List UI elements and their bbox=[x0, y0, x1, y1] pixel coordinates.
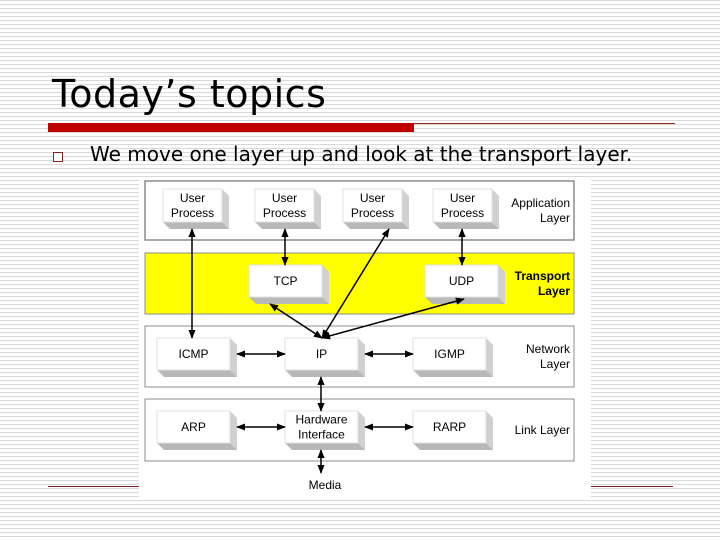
box-label: IGMP bbox=[434, 347, 465, 361]
slide-title: Today’s topics bbox=[52, 72, 327, 116]
box-bevel-side bbox=[222, 189, 229, 229]
box-label: Process bbox=[441, 206, 484, 220]
application-layer-label-line1: Application bbox=[511, 196, 570, 210]
box-label: User bbox=[272, 191, 297, 205]
box-up1: UserProcess bbox=[162, 188, 229, 229]
box-bevel-bottom bbox=[157, 370, 237, 377]
box-arp: ARP bbox=[156, 410, 237, 450]
box-up2: UserProcess bbox=[254, 188, 321, 229]
box-label: User bbox=[180, 191, 205, 205]
box-bevel-bottom bbox=[343, 222, 409, 229]
title-underline-thin bbox=[414, 123, 675, 124]
box-bevel-side bbox=[402, 189, 409, 229]
box-bevel-side bbox=[314, 189, 321, 229]
box-label: RARP bbox=[433, 420, 466, 434]
box-udp: UDP bbox=[424, 264, 505, 304]
tcp-ip-layer-diagram: Application Layer Transport Layer Networ… bbox=[139, 177, 591, 500]
diagram-canvas: Application Layer Transport Layer Networ… bbox=[144, 180, 575, 492]
transport-layer-label-line2: Layer bbox=[538, 284, 570, 298]
box-bevel-bottom bbox=[413, 370, 493, 377]
box-label: Process bbox=[171, 206, 214, 220]
media-label: Media bbox=[309, 478, 342, 492]
box-igmp: IGMP bbox=[412, 337, 493, 377]
hollow-square-bullet-icon bbox=[53, 152, 63, 162]
box-bevel-bottom bbox=[285, 443, 365, 450]
network-layer-label-line1: Network bbox=[526, 342, 571, 356]
box-label: Process bbox=[263, 206, 306, 220]
box-label: UDP bbox=[449, 274, 474, 288]
box-bevel-bottom bbox=[163, 222, 229, 229]
box-label: Hardware bbox=[295, 413, 347, 427]
box-label: IP bbox=[316, 347, 327, 361]
title-underline-thick bbox=[48, 123, 414, 132]
box-bevel-side bbox=[492, 189, 499, 229]
box-label: ARP bbox=[181, 420, 206, 434]
box-bevel-bottom bbox=[157, 443, 237, 450]
box-tcp: TCP bbox=[248, 264, 329, 304]
transport-layer-label-line1: Transport bbox=[515, 269, 570, 283]
box-ip: IP bbox=[284, 337, 365, 377]
box-bevel-bottom bbox=[413, 443, 493, 450]
box-hw: HardwareInterface bbox=[284, 410, 365, 450]
box-label: Process bbox=[351, 206, 394, 220]
box-up4: UserProcess bbox=[432, 188, 499, 229]
box-label: TCP bbox=[274, 274, 298, 288]
box-rarp: RARP bbox=[412, 410, 493, 450]
box-icmp: ICMP bbox=[156, 337, 237, 377]
box-label: User bbox=[360, 191, 385, 205]
link-layer-label: Link Layer bbox=[515, 423, 570, 437]
box-up3: UserProcess bbox=[342, 188, 409, 229]
box-bevel-bottom bbox=[285, 370, 365, 377]
box-label: ICMP bbox=[179, 347, 209, 361]
network-layer-label-line2: Layer bbox=[540, 357, 570, 371]
application-layer-label-line2: Layer bbox=[540, 211, 570, 225]
transport-layer-band bbox=[144, 252, 575, 315]
box-label: User bbox=[450, 191, 475, 205]
box-bevel-bottom bbox=[249, 297, 329, 304]
box-bevel-bottom bbox=[255, 222, 321, 229]
bullet-text: We move one layer up and look at the tra… bbox=[90, 142, 633, 166]
box-bevel-bottom bbox=[433, 222, 499, 229]
box-bevel-bottom bbox=[425, 297, 505, 304]
box-label: Interface bbox=[298, 428, 345, 442]
